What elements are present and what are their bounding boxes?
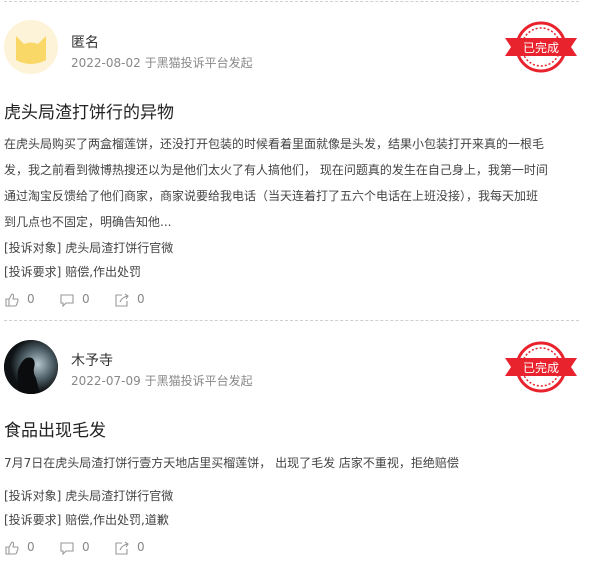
target-label: [投诉对象] [4, 489, 62, 503]
status-text: 已完成 [523, 40, 559, 55]
request-label: [投诉要求] [4, 265, 62, 279]
complaint-request: [投诉要求] 赔偿,作出处罚,道歉 [4, 511, 169, 528]
platform-note: 于黑猫投诉平台发起 [144, 56, 253, 70]
complaint-target: [投诉对象] 虎头局渣打饼行官微 [4, 487, 173, 504]
avatar [4, 20, 58, 74]
comment-button[interactable]: 0 [59, 292, 90, 308]
like-button[interactable]: 0 [4, 292, 35, 308]
post-meta: 2022-07-09 于黑猫投诉平台发起 [71, 372, 253, 389]
post-description: 7月7日在虎头局渣打饼行壹方天地店里买榴莲饼， 出现了毛发 店家不重视，拒绝赔偿 [4, 450, 580, 476]
request-label: [投诉要求] [4, 513, 62, 527]
complaint-card[interactable]: 匿名 2022-08-02 于黑猫投诉平台发起 已完成 虎头局渣打饼行的异物 在… [0, 0, 593, 318]
desc-line: 通过淘宝反馈给了他们商家，商家说要给我电话（当天连着打了五六个电话在上班没接），… [4, 189, 539, 203]
complaint-card[interactable]: 木予寺 2022-07-09 于黑猫投诉平台发起 已完成 食品出现毛发 7月7日… [0, 320, 593, 566]
target-value[interactable]: 虎头局渣打饼行官微 [65, 489, 173, 503]
avatar [4, 340, 58, 394]
share-icon [115, 541, 129, 555]
target-label: [投诉对象] [4, 241, 62, 255]
comment-count: 0 [82, 540, 90, 554]
user-name[interactable]: 匿名 [71, 32, 99, 52]
post-date: 2022-07-09 [71, 374, 141, 388]
desc-line: 在虎头局购买了两盒榴莲饼，还没打开包装的时候看着里面就像是头发，结果小包装打开来… [4, 137, 545, 151]
post-description: 在虎头局购买了两盒榴莲饼，还没打开包装的时候看着里面就像是头发，结果小包装打开来… [4, 131, 580, 235]
status-text: 已完成 [523, 360, 559, 375]
post-title[interactable]: 食品出现毛发 [4, 416, 106, 441]
post-title[interactable]: 虎头局渣打饼行的异物 [4, 98, 174, 123]
share-count: 0 [137, 292, 145, 306]
desc-line: 发，我之前看到微博热搜还以为是他们太火了有人搞他们， 现在问题真的发生在自己身上… [4, 163, 548, 177]
comment-icon [60, 542, 74, 556]
request-value: 赔偿,作出处罚,道歉 [65, 513, 169, 527]
silhouette-photo-icon [4, 340, 58, 394]
post-date: 2022-08-02 [71, 56, 141, 70]
thumbs-up-icon [5, 541, 19, 555]
like-count: 0 [27, 292, 35, 306]
share-icon [115, 293, 129, 307]
like-count: 0 [27, 540, 35, 554]
desc-line: 7月7日在虎头局渣打饼行壹方天地店里买榴莲饼， 出现了毛发 店家不重视，拒绝赔偿 [4, 456, 459, 470]
complaint-request: [投诉要求] 赔偿,作出处罚 [4, 263, 141, 280]
share-button[interactable]: 0 [114, 540, 145, 556]
status-stamp: 已完成 [501, 338, 581, 396]
status-stamp: 已完成 [501, 18, 581, 76]
user-name[interactable]: 木予寺 [71, 350, 113, 370]
like-button[interactable]: 0 [4, 540, 35, 556]
post-meta: 2022-08-02 于黑猫投诉平台发起 [71, 54, 253, 71]
share-count: 0 [137, 540, 145, 554]
cat-face-icon [4, 20, 58, 74]
comment-icon [60, 294, 74, 308]
comment-button[interactable]: 0 [59, 540, 90, 556]
share-button[interactable]: 0 [114, 292, 145, 308]
request-value: 赔偿,作出处罚 [65, 265, 142, 279]
target-value[interactable]: 虎头局渣打饼行官微 [65, 241, 173, 255]
platform-note: 于黑猫投诉平台发起 [144, 374, 253, 388]
comment-count: 0 [82, 292, 90, 306]
thumbs-up-icon [5, 293, 19, 307]
complaint-target: [投诉对象] 虎头局渣打饼行官微 [4, 239, 173, 256]
desc-line: 到几点也不固定，明确告知他... [4, 215, 172, 229]
